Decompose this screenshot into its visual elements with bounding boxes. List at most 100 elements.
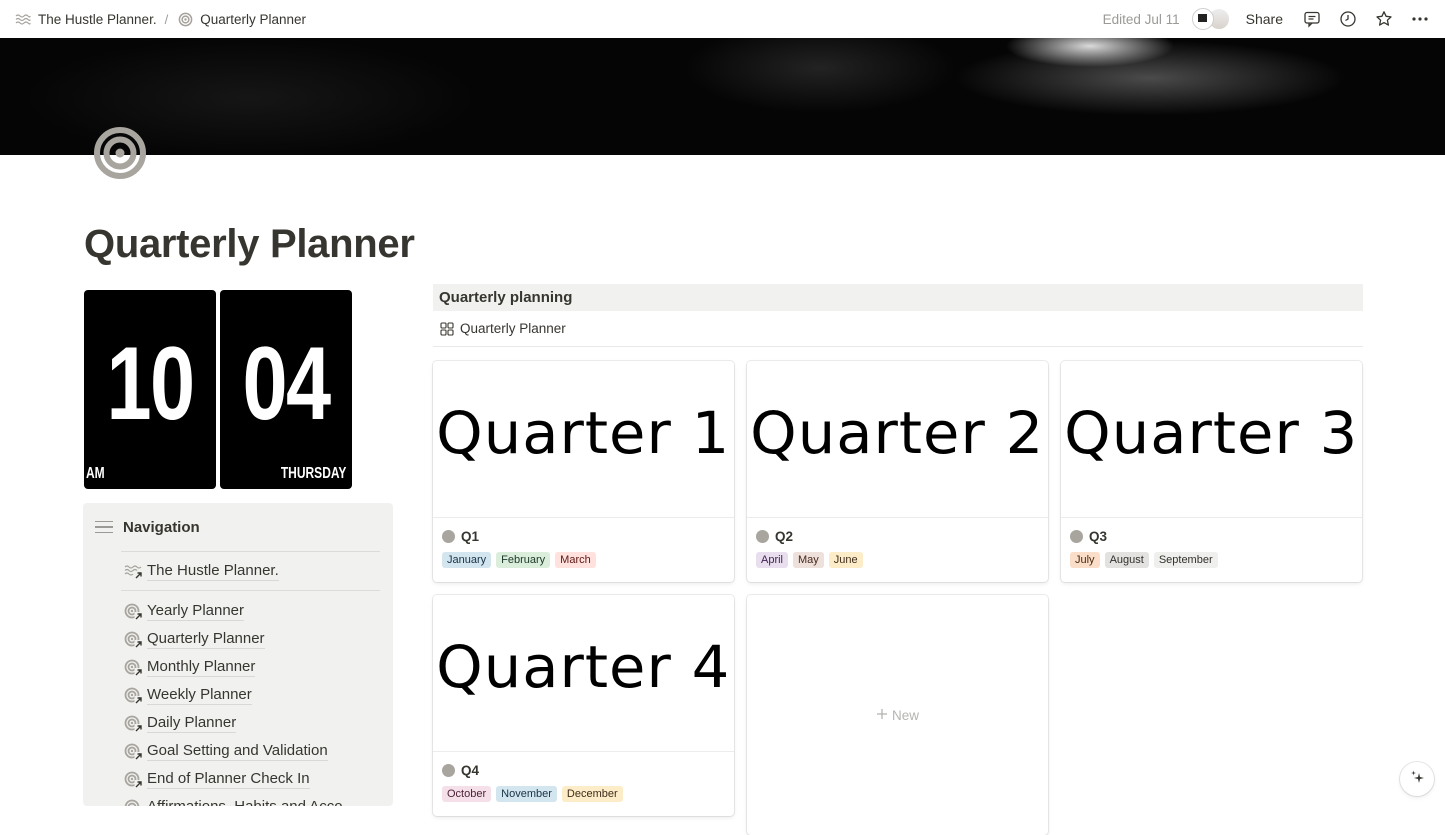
nav-link-1[interactable]: Quarterly Planner	[83, 625, 380, 653]
nav-link-5[interactable]: Goal Setting and Validation	[83, 737, 380, 765]
page-title[interactable]: Quarterly Planner	[84, 222, 415, 267]
target-link-icon	[124, 601, 144, 621]
share-button[interactable]: Share	[1246, 11, 1283, 27]
nav-link-label: The Hustle Planner.	[147, 561, 279, 581]
gallery-card[interactable]: Quarter 2 Q2 April May June	[747, 361, 1048, 582]
target-link-icon	[124, 797, 144, 806]
target-link-icon	[124, 769, 144, 789]
collaborator-avatars[interactable]	[1192, 8, 1230, 30]
month-tags: July August September	[1070, 552, 1353, 568]
nav-link-3[interactable]: Weekly Planner	[83, 681, 380, 709]
card-cover: Quarter 3	[1061, 361, 1362, 518]
month-tag: January	[442, 552, 491, 568]
page-dot-icon	[1070, 530, 1083, 543]
card-title: Q3	[1089, 529, 1107, 544]
month-tags: April May June	[756, 552, 1039, 568]
month-tag: July	[1070, 552, 1100, 568]
top-bar: The Hustle Planner. / Quarterly Planner …	[0, 0, 1445, 38]
breadcrumb: The Hustle Planner. / Quarterly Planner	[14, 10, 306, 28]
nav-link-label: Quarterly Planner	[147, 629, 265, 649]
nav-link-label: Affirmations, Habits and Acco...	[147, 797, 355, 806]
month-tags: January February March	[442, 552, 725, 568]
month-tag: March	[555, 552, 596, 568]
breadcrumb-separator: /	[165, 12, 169, 27]
nav-link-label: End of Planner Check In	[147, 769, 310, 789]
nav-link-label: Daily Planner	[147, 713, 236, 733]
target-link-icon	[124, 629, 144, 649]
card-cover-text: Quarter 2	[750, 399, 1044, 467]
month-tag: June	[829, 552, 863, 568]
flip-clock-widget: 10 AM 04 THURSDAY	[84, 290, 352, 489]
page-dot-icon	[442, 530, 455, 543]
nav-link-6[interactable]: End of Planner Check In	[83, 765, 380, 793]
card-cover-text: Quarter 1	[436, 399, 730, 467]
target-link-icon	[124, 741, 144, 761]
star-icon[interactable]	[1371, 6, 1397, 32]
card-cover-text: Quarter 4	[436, 633, 730, 701]
target-link-icon	[124, 713, 144, 733]
card-title: Q1	[461, 529, 479, 544]
sparkle-icon	[1409, 769, 1425, 790]
database-heading: Quarterly planning	[433, 284, 1363, 311]
navigation-title: Navigation	[123, 519, 200, 536]
clock-minute: 04	[235, 332, 338, 436]
avatar	[1192, 8, 1214, 30]
target-link-icon	[124, 685, 144, 705]
database-view-tab[interactable]: Quarterly Planner	[433, 311, 1363, 347]
comment-icon[interactable]	[1299, 6, 1325, 32]
clock-hour-panel: 10 AM	[84, 290, 216, 489]
target-icon[interactable]	[93, 126, 147, 180]
gallery-icon	[440, 322, 454, 336]
new-label: New	[892, 708, 919, 723]
breadcrumb-current[interactable]: Quarterly Planner	[200, 12, 306, 27]
month-tag: August	[1105, 552, 1149, 568]
breadcrumb-home[interactable]: The Hustle Planner.	[38, 12, 157, 27]
gallery-card[interactable]: Quarter 3 Q3 July August September	[1061, 361, 1362, 582]
history-icon[interactable]	[1335, 6, 1361, 32]
clock-weekday: THURSDAY	[280, 465, 346, 483]
nav-link-4[interactable]: Daily Planner	[83, 709, 380, 737]
nav-link-label: Yearly Planner	[147, 601, 244, 621]
menu-icon	[95, 521, 113, 534]
nav-link-label: Goal Setting and Validation	[147, 741, 328, 761]
navigation-list: Yearly Planner Quarterly Planner Monthly P…	[83, 597, 380, 806]
card-title: Q2	[775, 529, 793, 544]
top-actions: Edited Jul 11 Share	[1103, 0, 1433, 38]
gallery-card[interactable]: Quarter 4 Q4 October November December	[433, 595, 734, 816]
card-cover-text: Quarter 3	[1064, 399, 1358, 467]
nav-link-7[interactable]: Affirmations, Habits and Acco...	[83, 793, 380, 806]
nav-link-2[interactable]: Monthly Planner	[83, 653, 380, 681]
month-tag: April	[756, 552, 788, 568]
clock-period: AM	[86, 465, 105, 483]
new-card-button[interactable]: New	[747, 595, 1048, 835]
target-link-icon	[124, 657, 144, 677]
quarterly-database: Quarterly planning Quarterly Planner New…	[433, 284, 1363, 347]
edited-timestamp: Edited Jul 11	[1103, 12, 1180, 27]
view-label: Quarterly Planner	[460, 321, 566, 336]
month-tag: May	[793, 552, 824, 568]
navigation-panel: Navigation The Hustle Planner. Yearly Pl…	[83, 503, 393, 806]
page-dot-icon	[756, 530, 769, 543]
more-icon[interactable]	[1407, 6, 1433, 32]
card-title: Q4	[461, 763, 479, 778]
nav-link-0[interactable]: Yearly Planner	[83, 597, 380, 625]
nav-link-home[interactable]: The Hustle Planner.	[83, 552, 380, 590]
ai-assistant-button[interactable]	[1400, 762, 1434, 796]
nav-link-label: Weekly Planner	[147, 685, 252, 705]
month-tag: October	[442, 786, 491, 802]
month-tag: December	[562, 786, 623, 802]
page-cover[interactable]	[0, 38, 1445, 155]
target-icon	[176, 10, 194, 28]
clock-hour: 10	[99, 332, 202, 436]
month-tag: November	[496, 786, 557, 802]
month-tag: September	[1154, 552, 1218, 568]
card-cover: Quarter 1	[433, 361, 734, 518]
gallery-card[interactable]: Quarter 1 Q1 January February March	[433, 361, 734, 582]
page-dot-icon	[442, 764, 455, 777]
card-cover: Quarter 4	[433, 595, 734, 752]
clock-minute-panel: 04 THURSDAY	[220, 290, 352, 489]
navigation-header: Navigation	[83, 503, 380, 551]
waves-link-icon	[124, 561, 144, 581]
month-tag: February	[496, 552, 550, 568]
divider	[121, 590, 380, 591]
